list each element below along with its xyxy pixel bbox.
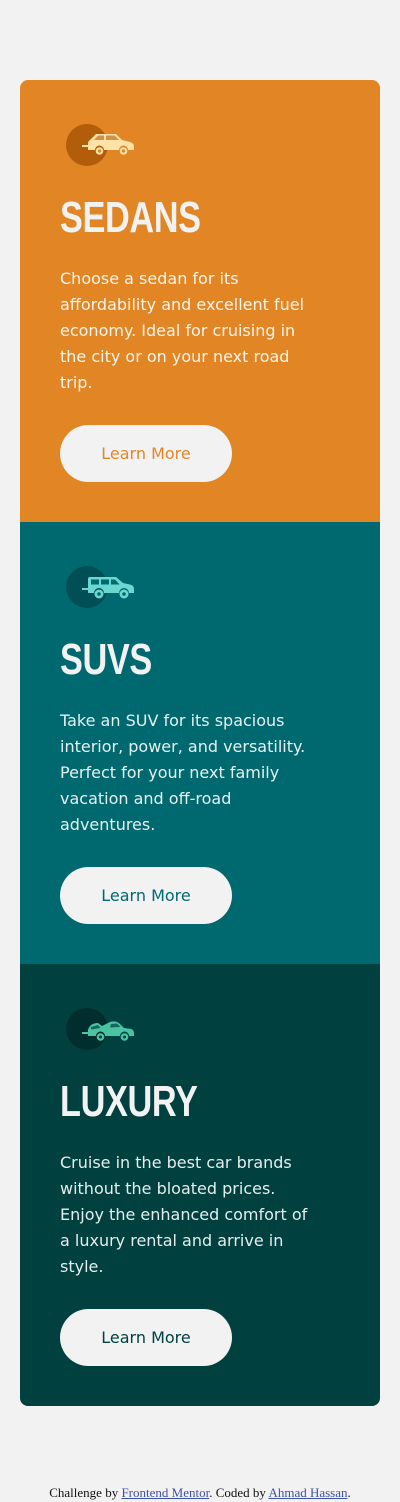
author-link[interactable]: Ahmad Hassan [268, 1485, 347, 1500]
footer-suffix-text: . [347, 1485, 351, 1500]
luxury-car-icon [66, 1008, 134, 1050]
learn-more-button[interactable]: Learn More [60, 425, 232, 482]
card-title: LUXURY [60, 1077, 198, 1126]
attribution-footer: Challenge by Frontend Mentor. Coded by A… [0, 1484, 400, 1502]
learn-more-button[interactable]: Learn More [60, 867, 232, 924]
frontend-mentor-link[interactable]: Frontend Mentor [121, 1485, 209, 1500]
footer-middle-text: . Coded by [209, 1485, 269, 1500]
footer-prefix-text: Challenge by [49, 1485, 122, 1500]
car-cards-container: SEDANS Choose a sedan for its affordabil… [20, 80, 380, 1406]
sedan-car-icon [66, 124, 134, 166]
card-title: SUVS [60, 635, 152, 684]
card-luxury: LUXURY Cruise in the best car brands wit… [20, 964, 380, 1406]
card-description: Choose a sedan for its affordability and… [60, 269, 305, 392]
suv-car-icon [66, 566, 134, 608]
card-description: Take an SUV for its spacious interior, p… [60, 711, 306, 834]
card-description: Cruise in the best car brands without th… [60, 1153, 308, 1276]
learn-more-button[interactable]: Learn More [60, 1309, 232, 1366]
card-sedans: SEDANS Choose a sedan for its affordabil… [20, 80, 380, 522]
card-title: SEDANS [60, 193, 201, 242]
card-suvs: SUVS Take an SUV for its spacious interi… [20, 522, 380, 964]
